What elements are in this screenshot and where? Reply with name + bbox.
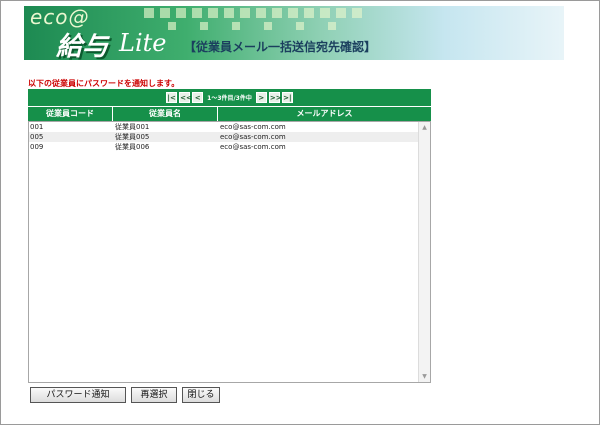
cell-email: eco@sas-com.com [220, 143, 286, 151]
action-buttons: パスワード通知 再選択 閉じる [30, 387, 225, 403]
header-banner: eco@ 給与 Lite 【従業員メール一括送信宛先確認】 [24, 6, 564, 60]
cell-code: 005 [30, 133, 44, 141]
first-page-button[interactable]: |< [166, 92, 178, 103]
table-row[interactable]: 009 従業員006 eco@sas-com.com [29, 142, 420, 152]
column-header-email: メールアドレス [296, 109, 353, 118]
next-block-button[interactable]: >> [268, 92, 282, 103]
prev-block-button[interactable]: << [179, 92, 192, 103]
notice-text: 以下の従業員にパスワードを通知します。 [28, 79, 180, 88]
cell-name: 従業員005 [115, 133, 150, 141]
cell-code: 001 [30, 123, 44, 131]
cell-email: eco@sas-com.com [220, 133, 286, 141]
cell-name: 従業員001 [115, 123, 150, 131]
cell-name: 従業員006 [115, 143, 150, 151]
next-page-button[interactable]: > [255, 92, 267, 103]
scroll-up-icon[interactable]: ▲ [419, 122, 430, 133]
page-title: 【従業員メール一括送信宛先確認】 [184, 40, 377, 54]
notify-password-button[interactable]: パスワード通知 [30, 387, 126, 403]
table-body: 001 従業員001 eco@sas-com.com 005 従業員005 ec… [28, 121, 431, 383]
column-header-code: 従業員コード [28, 107, 113, 121]
logo-kyuyo: 給与 [56, 32, 109, 60]
column-header-name: 従業員名 [113, 107, 218, 121]
scroll-down-icon[interactable]: ▼ [419, 371, 430, 382]
cell-code: 009 [30, 143, 44, 151]
table-row[interactable]: 001 従業員001 eco@sas-com.com [29, 122, 420, 132]
table-row[interactable]: 005 従業員005 eco@sas-com.com [29, 132, 420, 142]
close-button[interactable]: 閉じる [182, 387, 220, 403]
logo-lite: Lite [119, 29, 167, 57]
page-info: 1〜3件目/3件中 [207, 95, 252, 102]
pagination-bar: |< << < 1〜3件目/3件中 > >> >| [28, 89, 431, 106]
reselect-button[interactable]: 再選択 [131, 387, 177, 403]
cell-email: eco@sas-com.com [220, 123, 286, 131]
last-page-button[interactable]: >| [281, 92, 293, 103]
table-header: 従業員コード 従業員名 メールアドレス [28, 107, 431, 121]
vertical-scrollbar[interactable]: ▲ ▼ [418, 122, 430, 382]
prev-page-button[interactable]: < [192, 92, 204, 103]
